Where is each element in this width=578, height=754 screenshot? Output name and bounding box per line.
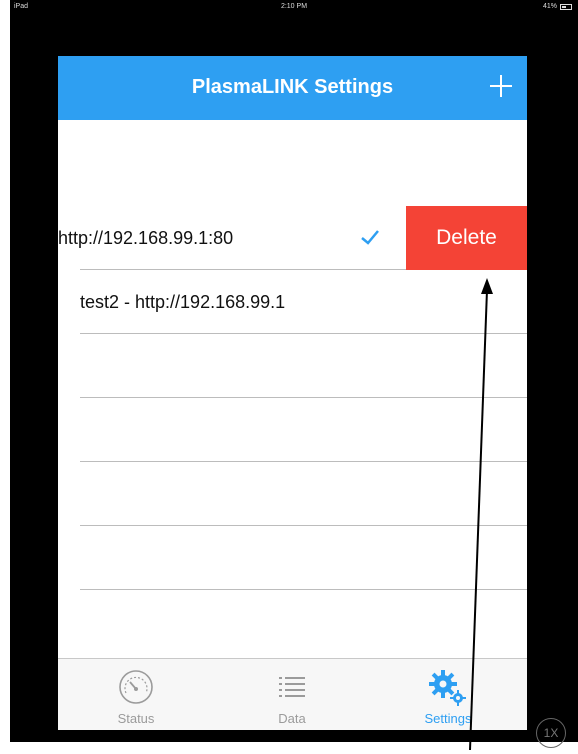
list-item[interactable] [58,526,527,590]
add-button[interactable] [487,72,515,100]
list-icon [279,677,305,697]
list-item[interactable]: http://192.168.99.1:80 Delete [58,206,527,270]
settings-list: http://192.168.99.1:80 Delete test2 - ht… [58,120,527,658]
gauge-icon [119,670,153,704]
list-item[interactable] [58,334,527,398]
delete-button[interactable]: Delete [406,206,527,270]
tab-label: Settings [424,711,472,726]
list-item[interactable]: test2 - http://192.168.99.1 [58,270,527,334]
gear-icon [429,670,466,706]
tab-label: Status [117,711,155,726]
navigation-bar: PlasmaLINK Settings [58,56,527,120]
tab-label: Data [278,711,306,726]
list-item[interactable] [58,462,527,526]
row-divider [80,589,527,590]
tab-settings[interactable]: Settings [370,659,526,730]
status-time: 2:10 PM [280,3,308,10]
tab-data[interactable]: Data [214,659,370,730]
zoom-level-badge[interactable]: 1X [536,718,566,748]
status-battery: 41% [543,3,572,10]
tab-bar: Status Data Settings [58,658,527,730]
checkmark-icon [361,230,379,245]
plus-icon [490,75,512,97]
status-bar: iPad 2:10 PM 41% [10,0,578,14]
battery-icon [560,3,572,10]
app-window: PlasmaLINK Settings http://192.168.99.1:… [58,56,527,730]
list-item-label: test2 - http://192.168.99.1 [80,292,286,312]
list-item[interactable] [58,398,527,462]
list-item-label: http://192.168.99.1:80 [58,228,234,248]
page-title: PlasmaLINK Settings [191,76,394,98]
battery-percent: 41% [542,3,557,10]
tab-status[interactable]: Status [58,659,214,730]
